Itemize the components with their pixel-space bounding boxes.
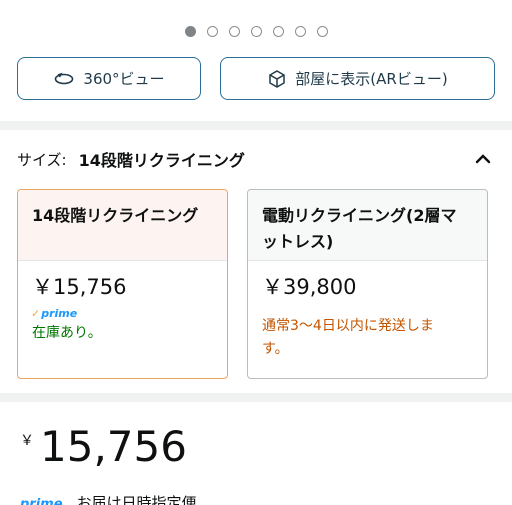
prime-badge: ✓ prime — [31, 307, 78, 320]
prime-logo: prime — [20, 497, 63, 505]
carousel-dot[interactable] — [184, 26, 196, 37]
view-in-room-ar-button[interactable]: 部屋に表示(ARビュー) — [220, 57, 495, 100]
size-selector-header[interactable]: サイズ: 14段階リクライニング — [17, 145, 492, 173]
section-divider — [0, 393, 512, 402]
size-label: サイズ: — [17, 150, 67, 169]
carousel-dot[interactable] — [294, 26, 306, 37]
stock-status: 在庫あり。 — [32, 325, 102, 341]
carousel-dots — [0, 26, 512, 37]
selected-size-value: 14段階リクライニング — [78, 151, 245, 170]
option-title: 14段階リクライニング — [18, 190, 227, 260]
ar-cube-icon — [267, 69, 287, 89]
shipping-status: 通常3～4日以内に発送しま す。 — [262, 318, 434, 357]
currency-symbol: ￥ — [20, 433, 34, 449]
delivery-info: prime お届け日時指定便 — [20, 492, 197, 505]
carousel-dot[interactable] — [228, 26, 240, 37]
section-divider — [0, 121, 512, 130]
view-360-label: 360°ビュー — [83, 70, 165, 88]
view-360-button[interactable]: 360°ビュー — [17, 57, 201, 100]
carousel-dot[interactable] — [272, 26, 284, 37]
carousel-dot[interactable] — [206, 26, 218, 37]
prime-check-icon: ✓ — [31, 307, 41, 320]
view-in-room-label: 部屋に表示(ARビュー) — [295, 70, 448, 88]
option-price: ￥15,756 — [32, 275, 127, 299]
size-option-card-electric[interactable]: 電動リクライニング(2層マ ットレス) ￥39,800 通常3～4日以内に発送し… — [247, 189, 488, 379]
option-price: ￥39,800 — [262, 275, 357, 299]
rotate-360-icon — [53, 71, 75, 87]
price-amount: 15,756 — [40, 422, 187, 471]
price-display: ￥ 15,756 — [20, 424, 187, 470]
carousel-dot[interactable] — [316, 26, 328, 37]
delivery-text: お届け日時指定便 — [76, 494, 197, 505]
chevron-up-icon[interactable] — [474, 150, 492, 169]
size-option-card-14-step[interactable]: 14段階リクライニング ￥15,756 ✓ prime 在庫あり。 — [17, 189, 228, 379]
option-title: 電動リクライニング(2層マ ットレス) — [248, 190, 487, 260]
carousel-dot[interactable] — [250, 26, 262, 37]
